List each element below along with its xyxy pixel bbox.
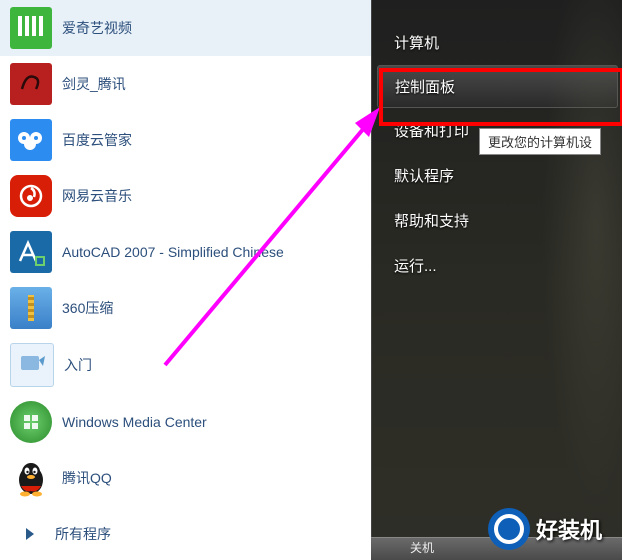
app-item-wmc[interactable]: Windows Media Center: [0, 394, 371, 450]
app-item-iqiyi[interactable]: 爱奇艺视频: [0, 0, 371, 56]
app-label: 网易云音乐: [62, 186, 132, 206]
app-label: 360压缩: [62, 298, 113, 318]
programs-panel: 爱奇艺视频 剑灵_腾讯 百度云管家 网易云音乐: [0, 0, 371, 560]
app-label: Windows Media Center: [62, 414, 207, 430]
app-label: 腾讯QQ: [62, 468, 112, 488]
autocad-icon: [10, 231, 52, 273]
wmc-icon: [10, 401, 52, 443]
shutdown-button[interactable]: 关机: [400, 537, 444, 558]
iqiyi-icon: [10, 7, 52, 49]
app-item-baidu[interactable]: 百度云管家: [0, 112, 371, 168]
all-programs-button[interactable]: 所有程序: [0, 514, 371, 554]
app-label: 百度云管家: [62, 130, 132, 150]
bns-icon: [10, 63, 52, 105]
app-item-getting-started[interactable]: 入门: [0, 336, 371, 394]
qq-icon: [10, 457, 52, 499]
all-programs-label: 所有程序: [55, 524, 111, 544]
app-label: 剑灵_腾讯: [62, 74, 126, 94]
tooltip: 更改您的计算机设: [479, 128, 601, 155]
system-panel: 计算机 控制面板 设备和打印 默认程序 帮助和支持 运行...: [371, 0, 622, 560]
app-list: 爱奇艺视频 剑灵_腾讯 百度云管家 网易云音乐: [0, 0, 371, 506]
arrow-right-icon: [20, 524, 40, 544]
app-item-netease[interactable]: 网易云音乐: [0, 168, 371, 224]
app-item-qq[interactable]: 腾讯QQ: [0, 450, 371, 506]
watermark-logo-icon: [488, 508, 530, 550]
watermark: 好装机: [488, 508, 602, 550]
app-label: 爱奇艺视频: [62, 18, 132, 38]
background-image: [533, 0, 622, 560]
app-label: 入门: [64, 355, 92, 375]
baidu-cloud-icon: [10, 119, 52, 161]
getting-started-icon: [10, 343, 54, 387]
app-item-autocad[interactable]: AutoCAD 2007 - Simplified Chinese: [0, 224, 371, 280]
app-label: AutoCAD 2007 - Simplified Chinese: [62, 244, 284, 260]
app-item-bns[interactable]: 剑灵_腾讯: [0, 56, 371, 112]
360zip-icon: [10, 287, 52, 329]
watermark-text: 好装机: [536, 513, 602, 545]
start-menu: 爱奇艺视频 剑灵_腾讯 百度云管家 网易云音乐: [0, 0, 622, 560]
app-item-360zip[interactable]: 360压缩: [0, 280, 371, 336]
netease-music-icon: [10, 175, 52, 217]
